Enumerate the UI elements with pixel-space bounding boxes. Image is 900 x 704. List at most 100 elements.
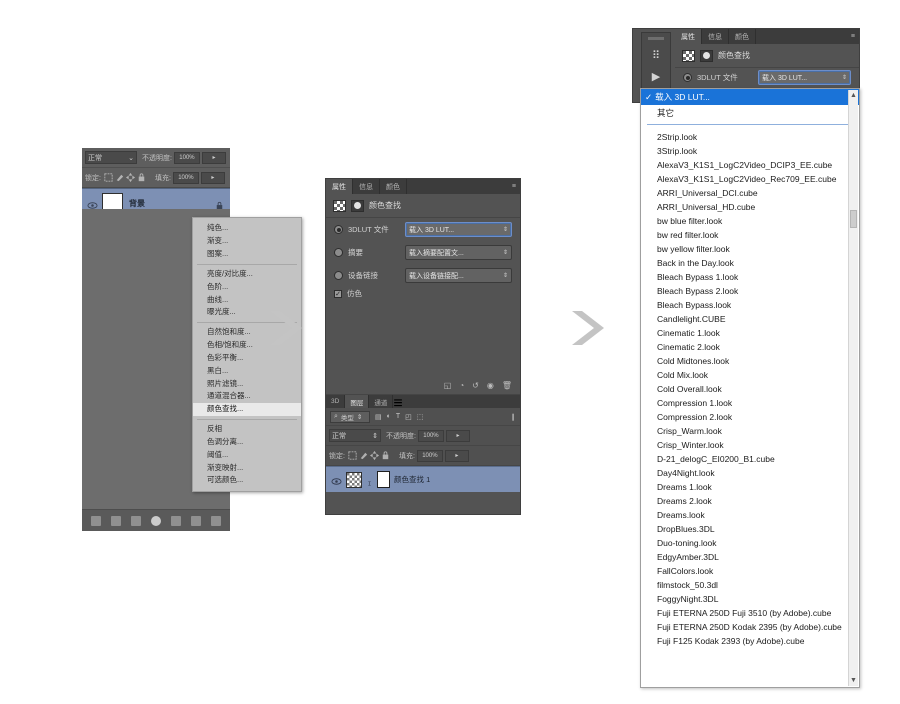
lut-file-item[interactable]: Cinematic 1.look [641, 326, 859, 340]
menu-item-pattern[interactable]: 图案... [193, 248, 301, 261]
dropdown-item-load-3dlut[interactable]: ✓ 载入 3D LUT... [641, 89, 859, 105]
option-row-3dlut[interactable]: 3DLUT 文件 载入 3D LUT... ⇕ [326, 218, 520, 241]
panel-menu-icon[interactable]: ≡ [851, 33, 855, 40]
lut-file-item[interactable]: Bleach Bypass 2.look [641, 284, 859, 298]
lut-file-item[interactable]: Compression 1.look [641, 396, 859, 410]
dropdown-item-other[interactable]: 其它 [641, 105, 859, 121]
lock-paint-icon[interactable] [114, 172, 125, 183]
new-layer-icon[interactable] [191, 515, 201, 526]
mask-icon[interactable] [131, 515, 141, 526]
lut-file-item[interactable]: bw yellow filter.look [641, 242, 859, 256]
lut-file-item[interactable]: filmstock_50.3dl [641, 578, 859, 592]
option-row-3dlut-step3[interactable]: 3DLUT 文件 载入 3D LUT... ⇕ [675, 68, 859, 87]
select-3dlut-file[interactable]: 载入 3D LUT... ⇕ [758, 70, 851, 85]
lut-file-item[interactable]: Fuji ETERNA 250D Kodak 2395 (by Adobe).c… [641, 620, 859, 634]
tab-properties[interactable]: 属性 [675, 29, 702, 44]
clip-to-layer-icon[interactable]: ◱ [444, 381, 452, 390]
lut-file-item[interactable]: AlexaV3_K1S1_LogC2Video_DCIP3_EE.cube [641, 158, 859, 172]
lut-file-item[interactable]: Fuji F125 Kodak 2393 (by Adobe).cube [641, 634, 859, 648]
tab-info[interactable]: 信息 [702, 29, 729, 44]
lut-dropdown-listbox[interactable]: ✓ 载入 3D LUT... 其它 2Strip.look 3Strip.look… [640, 88, 860, 688]
lut-file-item[interactable]: Day4Night.look [641, 466, 859, 480]
tab-channels[interactable]: 通道 [369, 395, 394, 408]
lut-file-item[interactable]: bw red filter.look [641, 228, 859, 242]
link-icon[interactable] [91, 515, 101, 526]
eye-icon[interactable] [87, 198, 98, 209]
blend-mode-select-step2[interactable]: 正常 ⇕ [329, 429, 381, 442]
lut-file-item[interactable]: DropBlues.3DL [641, 522, 859, 536]
view-previous-icon[interactable]: ◔ [459, 381, 464, 390]
lut-file-item[interactable]: Bleach Bypass 1.look [641, 270, 859, 284]
lut-file-item[interactable]: Fuji ETERNA 250D Fuji 3510 (by Adobe).cu… [641, 606, 859, 620]
lut-file-item[interactable]: EdgyAmber.3DL [641, 550, 859, 564]
lut-file-item[interactable]: Candlelight.CUBE [641, 312, 859, 326]
lut-file-item[interactable]: Crisp_Warm.look [641, 424, 859, 438]
filter-lock-icon[interactable]: ❙ [510, 413, 516, 421]
delete-icon[interactable]: 🗑 [502, 381, 512, 390]
menu-item-channel-mixer[interactable]: 通道混合器... [193, 390, 301, 403]
lut-file-item[interactable]: FallColors.look [641, 564, 859, 578]
mask-icon[interactable] [700, 49, 713, 62]
scroll-up-icon[interactable]: ▲ [849, 90, 858, 101]
tab-color[interactable]: 颜色 [380, 179, 407, 194]
lut-file-item[interactable]: ARRI_Universal_HD.cube [641, 200, 859, 214]
lock-transparent-icon[interactable] [347, 450, 358, 461]
filter-type-select[interactable]: ⌕ 类型 ⇕ [330, 410, 370, 423]
lut-file-item[interactable]: Dreams 1.look [641, 480, 859, 494]
group-icon[interactable] [171, 515, 181, 526]
fill-stepper[interactable]: ▸ [200, 171, 225, 184]
delete-icon[interactable] [211, 515, 221, 526]
menu-item-gradient-map[interactable]: 渐变映射... [193, 461, 301, 474]
tab-layers[interactable]: 图层 [345, 395, 370, 408]
lut-file-item[interactable]: Crisp_Winter.look [641, 438, 859, 452]
lock-all-icon[interactable] [136, 172, 147, 183]
lut-file-list[interactable]: 2Strip.look 3Strip.look AlexaV3_K1S1_LogC2… [641, 128, 859, 648]
history-icon[interactable]: ⠿ [652, 49, 660, 62]
lut-file-item[interactable]: AlexaV3_K1S1_LogC2Video_Rec709_EE.cube [641, 172, 859, 186]
dropdown-scrollbar[interactable]: ▲ ▼ [848, 90, 858, 686]
fill-stepper-step2[interactable]: ▸ [444, 449, 469, 462]
play-icon[interactable]: ▶ [652, 70, 660, 83]
lut-file-item[interactable]: ARRI_Universal_DCI.cube [641, 186, 859, 200]
layer-row-color-lookup[interactable]: 颜色查找 1 [326, 466, 520, 492]
lut-file-item[interactable]: Duo-toning.look [641, 536, 859, 550]
tab-3d[interactable]: 3D [326, 395, 346, 408]
lut-file-item[interactable]: 3Strip.look [641, 144, 859, 158]
fill-value[interactable]: 100% [172, 171, 199, 184]
lut-file-item[interactable]: Back in the Day.look [641, 256, 859, 270]
lock-paint-icon[interactable] [358, 450, 369, 461]
lut-file-item[interactable]: Dreams 2.look [641, 494, 859, 508]
radio-3dlut[interactable] [334, 225, 343, 234]
fx-icon[interactable] [111, 515, 121, 526]
select-abstract-profile[interactable]: 载入摘要配置文... ⇕ [405, 245, 512, 260]
pixel-filter-icon[interactable]: ▤ [375, 413, 382, 421]
menu-item-solid-color[interactable]: 纯色... [193, 222, 301, 235]
lut-file-item[interactable]: 2Strip.look [641, 130, 859, 144]
eye-icon[interactable]: ◉ [487, 381, 494, 390]
smart-object-filter-icon[interactable]: ⬚ [417, 413, 424, 421]
radio-abstract[interactable] [334, 248, 343, 257]
menu-item-photo-filter[interactable]: 照片滤镜... [193, 377, 301, 390]
opacity-stepper[interactable]: ▸ [201, 151, 226, 164]
menu-item-levels[interactable]: 色阶... [193, 280, 301, 293]
lut-file-item[interactable]: FoggyNight.3DL [641, 592, 859, 606]
tab-info[interactable]: 信息 [353, 179, 380, 194]
menu-item-black-white[interactable]: 黑白... [193, 364, 301, 377]
adjustment-layer-menu[interactable]: 纯色... 渐变... 图案... 亮度/对比度... 色阶... 曲线... … [192, 217, 302, 493]
option-row-abstract[interactable]: 摘要 载入摘要配置文... ⇕ [326, 241, 520, 264]
menu-item-gradient[interactable]: 渐变... [193, 235, 301, 248]
lock-move-icon[interactable] [125, 172, 136, 183]
scrollbar-thumb[interactable] [850, 210, 857, 228]
tab-color[interactable]: 颜色 [729, 29, 756, 44]
lock-transparent-icon[interactable] [103, 172, 114, 183]
blend-mode-select[interactable]: 正常 ⌄ [85, 151, 137, 164]
lock-move-icon[interactable] [369, 450, 380, 461]
menu-item-color-lookup[interactable]: 颜色查找... [193, 402, 301, 416]
dock-handle[interactable] [648, 37, 664, 41]
menu-item-posterize[interactable]: 色调分离... [193, 436, 301, 449]
layer-mask-thumbnail[interactable] [377, 471, 390, 488]
menu-item-threshold[interactable]: 阈值... [193, 449, 301, 462]
lut-file-item[interactable]: Cold Overall.look [641, 382, 859, 396]
option-row-device-link[interactable]: 设备链接 载入设备链接配... ⇕ [326, 264, 520, 287]
lut-file-item[interactable]: Cold Mix.look [641, 368, 859, 382]
